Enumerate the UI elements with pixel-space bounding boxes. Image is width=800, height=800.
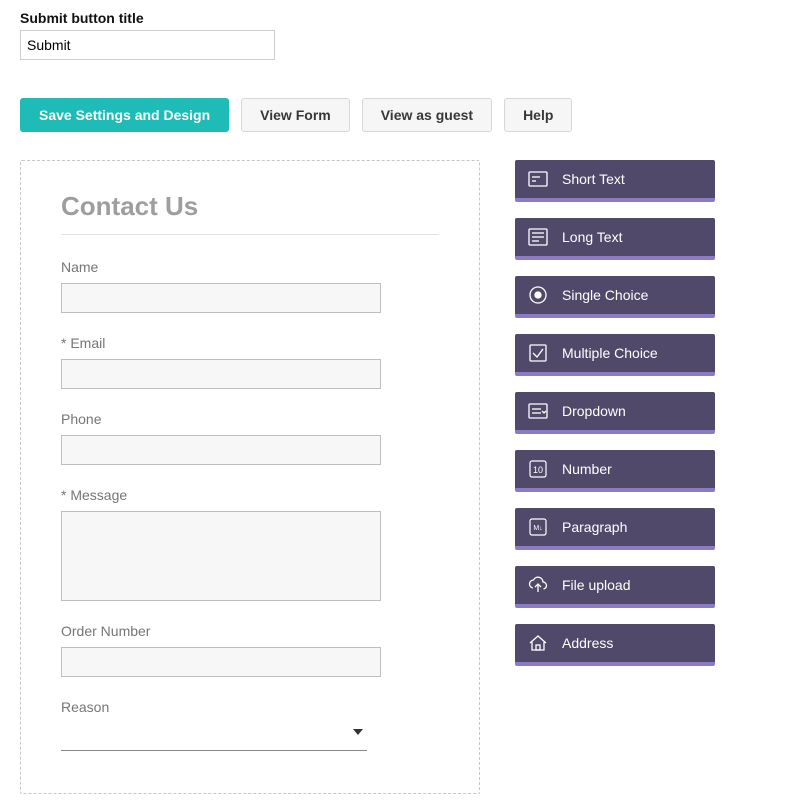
palette-number[interactable]: 10 Number (515, 450, 715, 492)
submit-button-title-input[interactable] (20, 30, 275, 60)
palette-long-text[interactable]: Long Text (515, 218, 715, 260)
palette-dropdown[interactable]: Dropdown (515, 392, 715, 434)
palette-label: File upload (562, 577, 631, 593)
palette-label: Address (562, 635, 613, 651)
short-text-icon (527, 168, 549, 190)
field-palette: Short Text Long Text Single Choice (515, 160, 715, 666)
palette-label: Dropdown (562, 403, 626, 419)
field-label: * Message (61, 487, 439, 503)
form-preview-panel: Contact Us Name * Email Phone * Message … (20, 160, 480, 794)
cloud-upload-icon (527, 574, 549, 596)
field-name[interactable]: Name (61, 259, 439, 313)
order-number-input[interactable] (61, 647, 381, 677)
submit-button-title-label: Submit button title (20, 10, 780, 26)
long-text-icon (527, 226, 549, 248)
name-input[interactable] (61, 283, 381, 313)
reason-select[interactable] (61, 723, 367, 751)
palette-label: Long Text (562, 229, 622, 245)
form-title: Contact Us (61, 191, 439, 222)
palette-label: Short Text (562, 171, 625, 187)
help-button[interactable]: Help (504, 98, 572, 132)
field-phone[interactable]: Phone (61, 411, 439, 465)
email-input[interactable] (61, 359, 381, 389)
message-textarea[interactable] (61, 511, 381, 601)
palette-address[interactable]: Address (515, 624, 715, 666)
palette-single-choice[interactable]: Single Choice (515, 276, 715, 318)
svg-text:10: 10 (533, 465, 543, 475)
form-title-underline (61, 234, 439, 235)
phone-input[interactable] (61, 435, 381, 465)
palette-paragraph[interactable]: M↓ Paragraph (515, 508, 715, 550)
dropdown-icon (527, 400, 549, 422)
palette-short-text[interactable]: Short Text (515, 160, 715, 202)
paragraph-icon: M↓ (527, 516, 549, 538)
radio-icon (527, 284, 549, 306)
view-as-guest-button[interactable]: View as guest (362, 98, 492, 132)
checkbox-icon (527, 342, 549, 364)
number-icon: 10 (527, 458, 549, 480)
palette-label: Multiple Choice (562, 345, 658, 361)
save-settings-button[interactable]: Save Settings and Design (20, 98, 229, 132)
field-label: Phone (61, 411, 439, 427)
field-label: Reason (61, 699, 439, 715)
view-form-button[interactable]: View Form (241, 98, 350, 132)
palette-file-upload[interactable]: File upload (515, 566, 715, 608)
palette-label: Single Choice (562, 287, 648, 303)
field-label: Order Number (61, 623, 439, 639)
palette-label: Paragraph (562, 519, 627, 535)
field-order-number[interactable]: Order Number (61, 623, 439, 677)
svg-text:M↓: M↓ (533, 525, 542, 532)
field-label: * Email (61, 335, 439, 351)
palette-label: Number (562, 461, 612, 477)
field-reason[interactable]: Reason (61, 699, 439, 751)
palette-multiple-choice[interactable]: Multiple Choice (515, 334, 715, 376)
field-email[interactable]: * Email (61, 335, 439, 389)
house-icon (527, 632, 549, 654)
toolbar: Save Settings and Design View Form View … (20, 98, 780, 132)
field-message[interactable]: * Message (61, 487, 439, 601)
field-label: Name (61, 259, 439, 275)
